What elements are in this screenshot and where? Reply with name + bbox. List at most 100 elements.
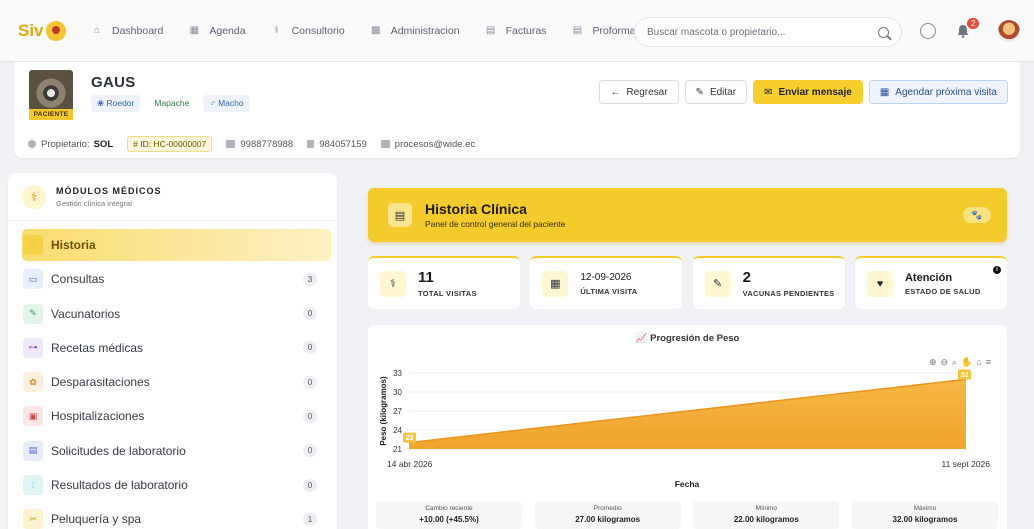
medical-file-icon: ▤ [388,203,412,227]
stethoscope-icon: ⚕ [380,270,406,297]
module-icon: ✎ [23,303,43,324]
stat-value: 12-09-2026 [580,271,632,283]
count-badge: 0 [303,307,317,321]
nav-facturas[interactable]: ▤ Facturas [486,25,547,37]
logo-text: Siv [18,20,44,40]
summary-box: Cambio reciente +10.00 (+45.5%) [376,501,522,529]
patient-id: ID: HC-00000007 [140,139,207,149]
sidebar-item-solicitudes-laboratorio[interactable]: ▤ Solicitudes de laboratorio 0 [22,435,331,467]
sidebar-item-label: Recetas médicas [51,340,144,355]
historia-banner: ▤ Historia Clínica Panel de control gene… [368,188,1007,242]
species-chip: ❀ Roedor [91,95,141,112]
sidebar-header: ⚕ MÓDULOS MÉDICOS Gestión clínica integr… [8,173,337,221]
nav-consultorio[interactable]: ⚕ Consultorio [272,25,345,37]
schedule-visit-button[interactable]: ▦ Agendar próxima visita [868,80,1008,104]
sidebar-item-historia[interactable]: ▤ Historia [22,229,331,261]
search-input[interactable] [647,26,878,38]
banner-title: Historia Clínica [425,201,527,217]
calendar-icon: ▦ [189,24,200,36]
paw-icon: 🐾 [963,207,991,223]
send-message-button[interactable]: ✉ Enviar mensaje [753,80,863,104]
stethoscope-icon: ⚕ [22,184,46,209]
nav-dashboard[interactable]: ⌂ Dashboard [92,25,163,37]
banner-subtitle: Panel de control general del paciente [425,219,566,229]
nav-label: Consultorio [291,24,345,37]
stat-value: Atención [904,271,953,284]
module-icon: ⦙ [23,475,43,496]
sidebar-item-resultados-laboratorio[interactable]: ⦙ Resultados de laboratorio 0 [22,469,331,501]
pet-name: GAUS [91,74,136,91]
species-label: Roedor [106,98,135,108]
summary-box: Mínimo 22.00 kilogramos [693,501,840,529]
app-logo[interactable]: Siv [18,20,92,41]
stat-pending-vaccines: ✎ 2 VACUNAS PENDIENTES [692,256,845,309]
sidebar-title: MÓDULOS MÉDICOS [56,185,162,196]
sidebar-subtitle: Gestión clínica integral [56,198,132,208]
count-badge: 3 [303,272,317,286]
sidebar-item-peluqueria-spa[interactable]: ✂ Peluquería y spa 1 [22,503,331,529]
nav-label: Administracion [390,24,460,37]
sidebar-item-label: Vacunatorios [51,306,121,321]
sidebar-item-label: Consultas [51,272,105,287]
patient-tag: PACIENTE [29,109,73,120]
sex-chip: ♂ Macho [203,95,250,112]
edit-button[interactable]: ✎ Editar [684,80,748,104]
count-badge: 0 [303,341,317,355]
module-icon: ⊶ [23,337,43,358]
data-label: 32 [961,372,969,379]
sidebar-item-consultas[interactable]: ▭ Consultas 3 [22,263,331,295]
user-avatar[interactable] [998,20,1020,42]
y-tick-label: 21 [393,445,402,454]
data-label: 22 [406,435,414,442]
search-icon[interactable] [878,26,889,38]
stat-label: ESTADO DE SALUD [904,286,981,296]
sidebar-item-label: Solicitudes de laboratorio [51,443,186,458]
y-tick-label: 33 [393,369,402,378]
stat-value: 11 [418,268,434,286]
sidebar-item-vacunatorios[interactable]: ✎ Vacunatorios 0 [22,298,331,330]
sex-label: Macho [218,98,244,108]
sidebar-item-desparasitaciones[interactable]: ✿ Desparasitaciones 0 [22,366,331,398]
summary-value: +10.00 (+45.5%) [419,515,479,524]
owner-name: SOL [93,138,114,150]
phone2: 984057159 [319,138,367,150]
email: procesos@wide.ec [394,138,476,150]
syringe-icon: ✎ [704,270,731,297]
summary-label: Cambio reciente [425,505,473,512]
pet-photo [29,70,73,112]
modules-menu: ▤ Historia ▭ Consultas 3 ✎ Vacunatorios 0 ⊶ Recet… [8,221,337,529]
summary-label: Promedio [593,505,622,512]
weight-chart-card: 📈 Progresión de Peso ⊕ ⊖ ⌕ ✋ ⌂ ≡ 21 24 27 3… [368,325,1007,529]
phone1-field: 9988778988 [226,139,293,150]
patient-header: PACIENTE GAUS ❀ Roedor Mapache ♂ Macho ←… [14,62,1020,158]
weight-chart: 21 24 27 30 33 22 32 14 abr 2026 11 sept 2026 Fec… [379,369,990,489]
user-icon [28,140,36,148]
sidebar-item-recetas-medicas[interactable]: ⊶ Recetas médicas 0 [22,332,331,364]
count-badge: 0 [303,375,317,389]
info-icon[interactable]: i [992,266,1001,274]
nav-administracion[interactable]: ▩ Administracion [371,25,460,37]
x-tick-label: 11 sept 2026 [941,459,990,469]
x-tick-label: 14 abr 2026 [387,459,433,469]
pet-chips: ❀ Roedor Mapache ♂ Macho [91,95,258,112]
weight-summary: Cambio reciente +10.00 (+45.5%) Promedio 27… [376,501,998,529]
stat-label: VACUNAS PENDIENTES [742,288,835,298]
nav-proformas[interactable]: ▤ Proformas [572,25,641,37]
back-button[interactable]: ← Regresar [599,80,679,104]
arrow-left-icon: ← [610,86,621,98]
medical-modules-sidebar: ⚕ MÓDULOS MÉDICOS Gestión clínica integr… [8,173,337,529]
stat-last-visit: ▦ 12-09-2026 ÚLTIMA VISITA [530,256,683,309]
whatsapp-icon[interactable] [920,23,936,39]
x-axis-label: Fecha [675,479,700,489]
id-card-icon [226,140,236,148]
stats-row: ⚕ 11 TOTAL VISITAS ▦ 12-09-2026 ÚLTIMA VIS… [368,256,1007,309]
stat-total-visits: ⚕ 11 TOTAL VISITAS [368,256,520,309]
y-tick-label: 30 [393,388,402,397]
y-tick-label: 24 [393,426,402,435]
sidebar-item-hospitalizaciones[interactable]: ▣ Hospitalizaciones 0 [22,400,331,432]
module-icon: ▤ [23,235,43,255]
message-label: Enviar mensaje [778,86,852,98]
nav-agenda[interactable]: ▦ Agenda [189,24,246,37]
summary-box: Máximo 32.00 kilogramos [851,501,998,529]
sidebar-item-label: Historia [51,238,96,252]
